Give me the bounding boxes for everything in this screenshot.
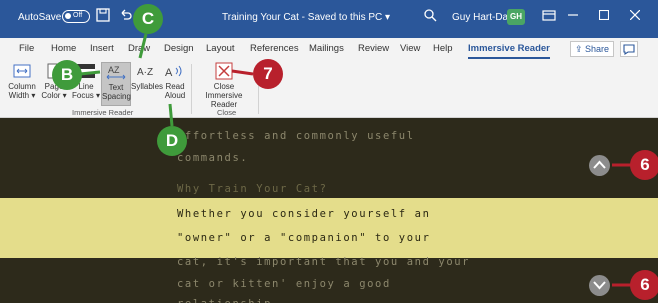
callout-pointer-c [138,33,148,59]
callout-b: B [52,60,82,90]
callout-d: D [157,126,187,156]
callout-pointer-d [168,103,174,127]
callout-6: 6 [630,150,658,180]
callout-arrows [79,33,632,287]
callout-c: C [133,4,163,34]
callout-pointer-7 [231,69,254,76]
callout-pointer-b [79,70,101,76]
callout-6: 6 [630,270,658,300]
callout-7: 7 [253,59,283,89]
